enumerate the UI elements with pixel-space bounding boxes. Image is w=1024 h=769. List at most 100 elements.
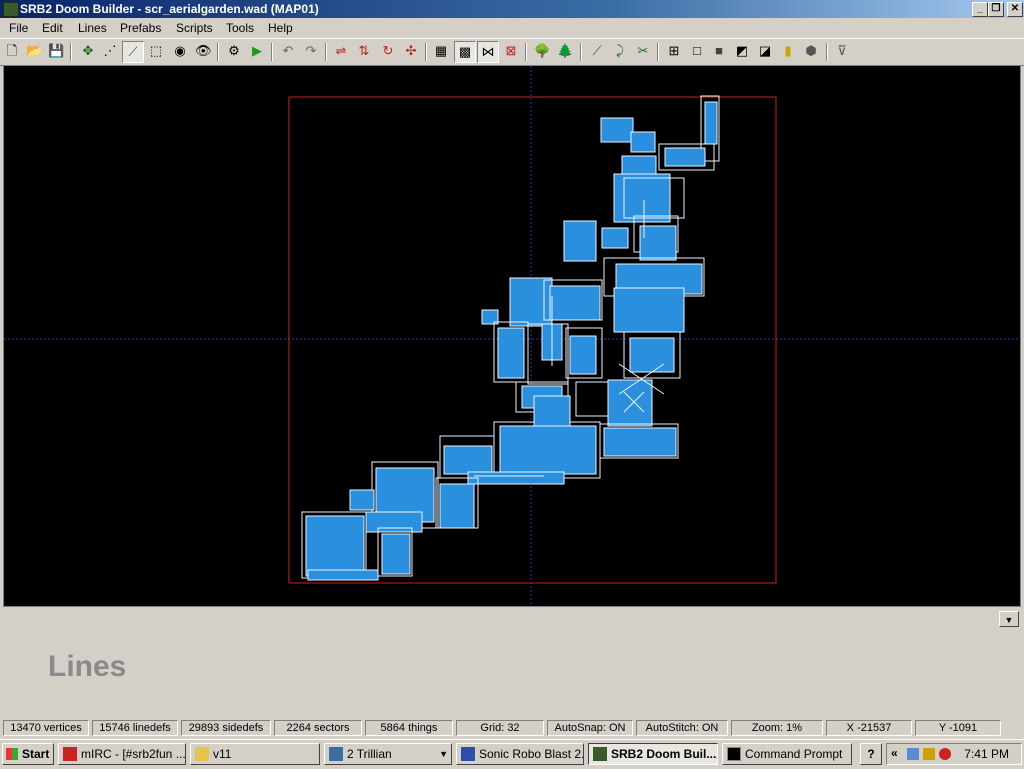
redo-icon[interactable]: ↷ xyxy=(303,43,319,59)
grid-icon[interactable]: ▦ xyxy=(433,43,449,59)
test-options-icon[interactable]: ⚙ xyxy=(226,43,242,59)
sectors-mode-icon[interactable]: ⬚ xyxy=(148,43,164,59)
map-view[interactable] xyxy=(4,66,1020,606)
task-doom-builder[interactable]: SRB2 Doom Buil... xyxy=(588,743,718,765)
start-button[interactable]: Start xyxy=(2,743,54,765)
srb2-icon xyxy=(461,747,475,761)
map-canvas[interactable] xyxy=(3,65,1021,607)
status-grid: Grid: 32 xyxy=(456,720,544,736)
network-icon[interactable] xyxy=(907,748,919,760)
toolbar-separator xyxy=(271,43,273,61)
texture-icon[interactable]: ⬢ xyxy=(803,43,819,59)
lights-icon[interactable]: ▮ xyxy=(780,43,796,59)
split-lines-icon[interactable]: ✂ xyxy=(635,43,651,59)
toolbar-separator xyxy=(70,43,72,61)
menu-scripts[interactable]: Scripts xyxy=(176,21,213,35)
sector-join-icon[interactable]: ⊞ xyxy=(666,43,682,59)
open-folder-icon[interactable]: 📂 xyxy=(26,43,42,59)
status-y: Y -1091 xyxy=(915,720,1001,736)
toolbar-separator xyxy=(525,43,527,61)
flip-horizontal-icon[interactable]: ⇌ xyxy=(333,43,349,59)
forest-icon[interactable]: 🌲 xyxy=(557,43,573,59)
task-label: 2 Trillian xyxy=(347,747,392,761)
status-x: X -21537 xyxy=(826,720,912,736)
minimize-button[interactable]: _ xyxy=(972,2,988,17)
toolbar-separator xyxy=(657,43,659,61)
tree-icon[interactable]: 🌳 xyxy=(534,43,550,59)
menu-help[interactable]: Help xyxy=(268,21,293,35)
menu-file[interactable]: File xyxy=(9,21,28,35)
tray-app-icon[interactable] xyxy=(923,748,935,760)
save-icon[interactable]: 💾 xyxy=(48,43,64,59)
vertices-mode-icon[interactable]: ⋰ xyxy=(102,43,118,59)
status-autosnap: AutoSnap: ON xyxy=(547,720,633,736)
taskbar: Start mIRC - [#srb2fun ... v11 2 Trillia… xyxy=(0,739,1024,769)
task-label: Command Prompt xyxy=(745,747,843,761)
toolbar-separator xyxy=(217,43,219,61)
status-linedefs: 15746 linedefs xyxy=(92,720,178,736)
folder-icon xyxy=(195,747,209,761)
menu-lines[interactable]: Lines xyxy=(78,21,107,35)
group-dropdown-icon: ▼ xyxy=(439,749,448,759)
toolbar-separator xyxy=(425,43,427,61)
tray-expand-icon[interactable]: « xyxy=(891,746,898,760)
filter-icon[interactable]: ⊽ xyxy=(834,43,850,59)
status-vertices: 13470 vertices xyxy=(3,720,89,736)
help-button[interactable]: ? xyxy=(860,743,882,765)
edit-mode-label: Lines xyxy=(48,650,127,683)
map-geometry[interactable] xyxy=(301,95,720,581)
windows-flag-icon xyxy=(6,748,18,760)
toolbar-separator xyxy=(826,43,828,61)
snap-to-grid-icon[interactable]: ▩ xyxy=(454,41,476,63)
doom-builder-icon xyxy=(593,747,607,761)
delete-icon[interactable]: ⊠ xyxy=(503,43,519,59)
flip-vertical-icon[interactable]: ⇅ xyxy=(356,43,372,59)
menu-bar: File Edit Lines Prefabs Scripts Tools He… xyxy=(0,18,1024,38)
lines-mode-icon[interactable]: ⟋ xyxy=(122,41,144,63)
things-mode-icon[interactable]: ◉ xyxy=(172,43,188,59)
task-srb2[interactable]: Sonic Robo Blast 2... xyxy=(456,743,584,765)
test-map-icon[interactable]: ▶ xyxy=(249,43,265,59)
join-lines-icon[interactable]: ⟋ xyxy=(589,43,605,59)
3d-mode-icon[interactable]: 👁 xyxy=(195,43,212,59)
sector-fill-icon[interactable]: ■ xyxy=(711,43,727,59)
move-mode-icon[interactable]: ✥ xyxy=(80,43,96,59)
restore-button[interactable]: ❐ xyxy=(988,2,1004,17)
command-prompt-icon xyxy=(727,747,741,761)
close-button[interactable]: ✕ xyxy=(1007,2,1023,17)
task-label: SRB2 Doom Buil... xyxy=(611,747,717,761)
stitch-vertices-icon[interactable]: ⋈ xyxy=(477,41,499,63)
curve-lines-icon[interactable]: ⤸ xyxy=(612,43,628,59)
task-label: v11 xyxy=(213,747,232,761)
resize-icon[interactable]: ✣ xyxy=(403,43,419,59)
undo-icon[interactable]: ↶ xyxy=(280,43,296,59)
trillian-icon xyxy=(329,747,343,761)
menu-prefabs[interactable]: Prefabs xyxy=(120,21,161,35)
sector-merge-icon[interactable]: □ xyxy=(689,43,705,59)
clock[interactable]: 7:41 PM xyxy=(964,747,1009,761)
task-trillian[interactable]: 2 Trillian ▼ xyxy=(324,743,452,765)
sector-stairs-icon[interactable]: ◪ xyxy=(757,43,773,59)
task-command-prompt[interactable]: Command Prompt xyxy=(722,743,852,765)
task-mirc[interactable]: mIRC - [#srb2fun ... xyxy=(58,743,186,765)
status-zoom: Zoom: 1% xyxy=(731,720,823,736)
toolbar: 🗋 📂 💾 ✥ ⋰ ⟋ ⬚ ◉ 👁 ⚙ ▶ ↶ ↷ ⇌ ⇅ ↻ ✣ ▦ ▩ ⋈ … xyxy=(0,38,1024,66)
rotate-icon[interactable]: ↻ xyxy=(380,43,396,59)
panel-dropdown-arrow[interactable]: ▼ xyxy=(999,611,1019,627)
status-sectors: 2264 sectors xyxy=(274,720,362,736)
start-label: Start xyxy=(22,747,50,761)
new-map-icon[interactable]: 🗋 xyxy=(4,43,20,59)
toolbar-separator xyxy=(325,43,327,61)
sector-gradient-icon[interactable]: ◩ xyxy=(734,43,750,59)
title-bar: SRB2 Doom Builder - scr_aerialgarden.wad… xyxy=(0,0,1024,18)
status-autostitch: AutoStitch: ON xyxy=(636,720,728,736)
antivirus-icon[interactable] xyxy=(939,748,951,760)
system-tray: « 7:41 PM xyxy=(886,743,1022,765)
mirc-icon xyxy=(63,747,77,761)
menu-edit[interactable]: Edit xyxy=(42,21,63,35)
task-folder-v11[interactable]: v11 xyxy=(190,743,320,765)
task-label: mIRC - [#srb2fun ... xyxy=(81,747,186,761)
status-sidedefs: 29893 sidedefs xyxy=(181,720,271,736)
menu-tools[interactable]: Tools xyxy=(226,21,254,35)
app-icon[interactable] xyxy=(3,2,19,17)
